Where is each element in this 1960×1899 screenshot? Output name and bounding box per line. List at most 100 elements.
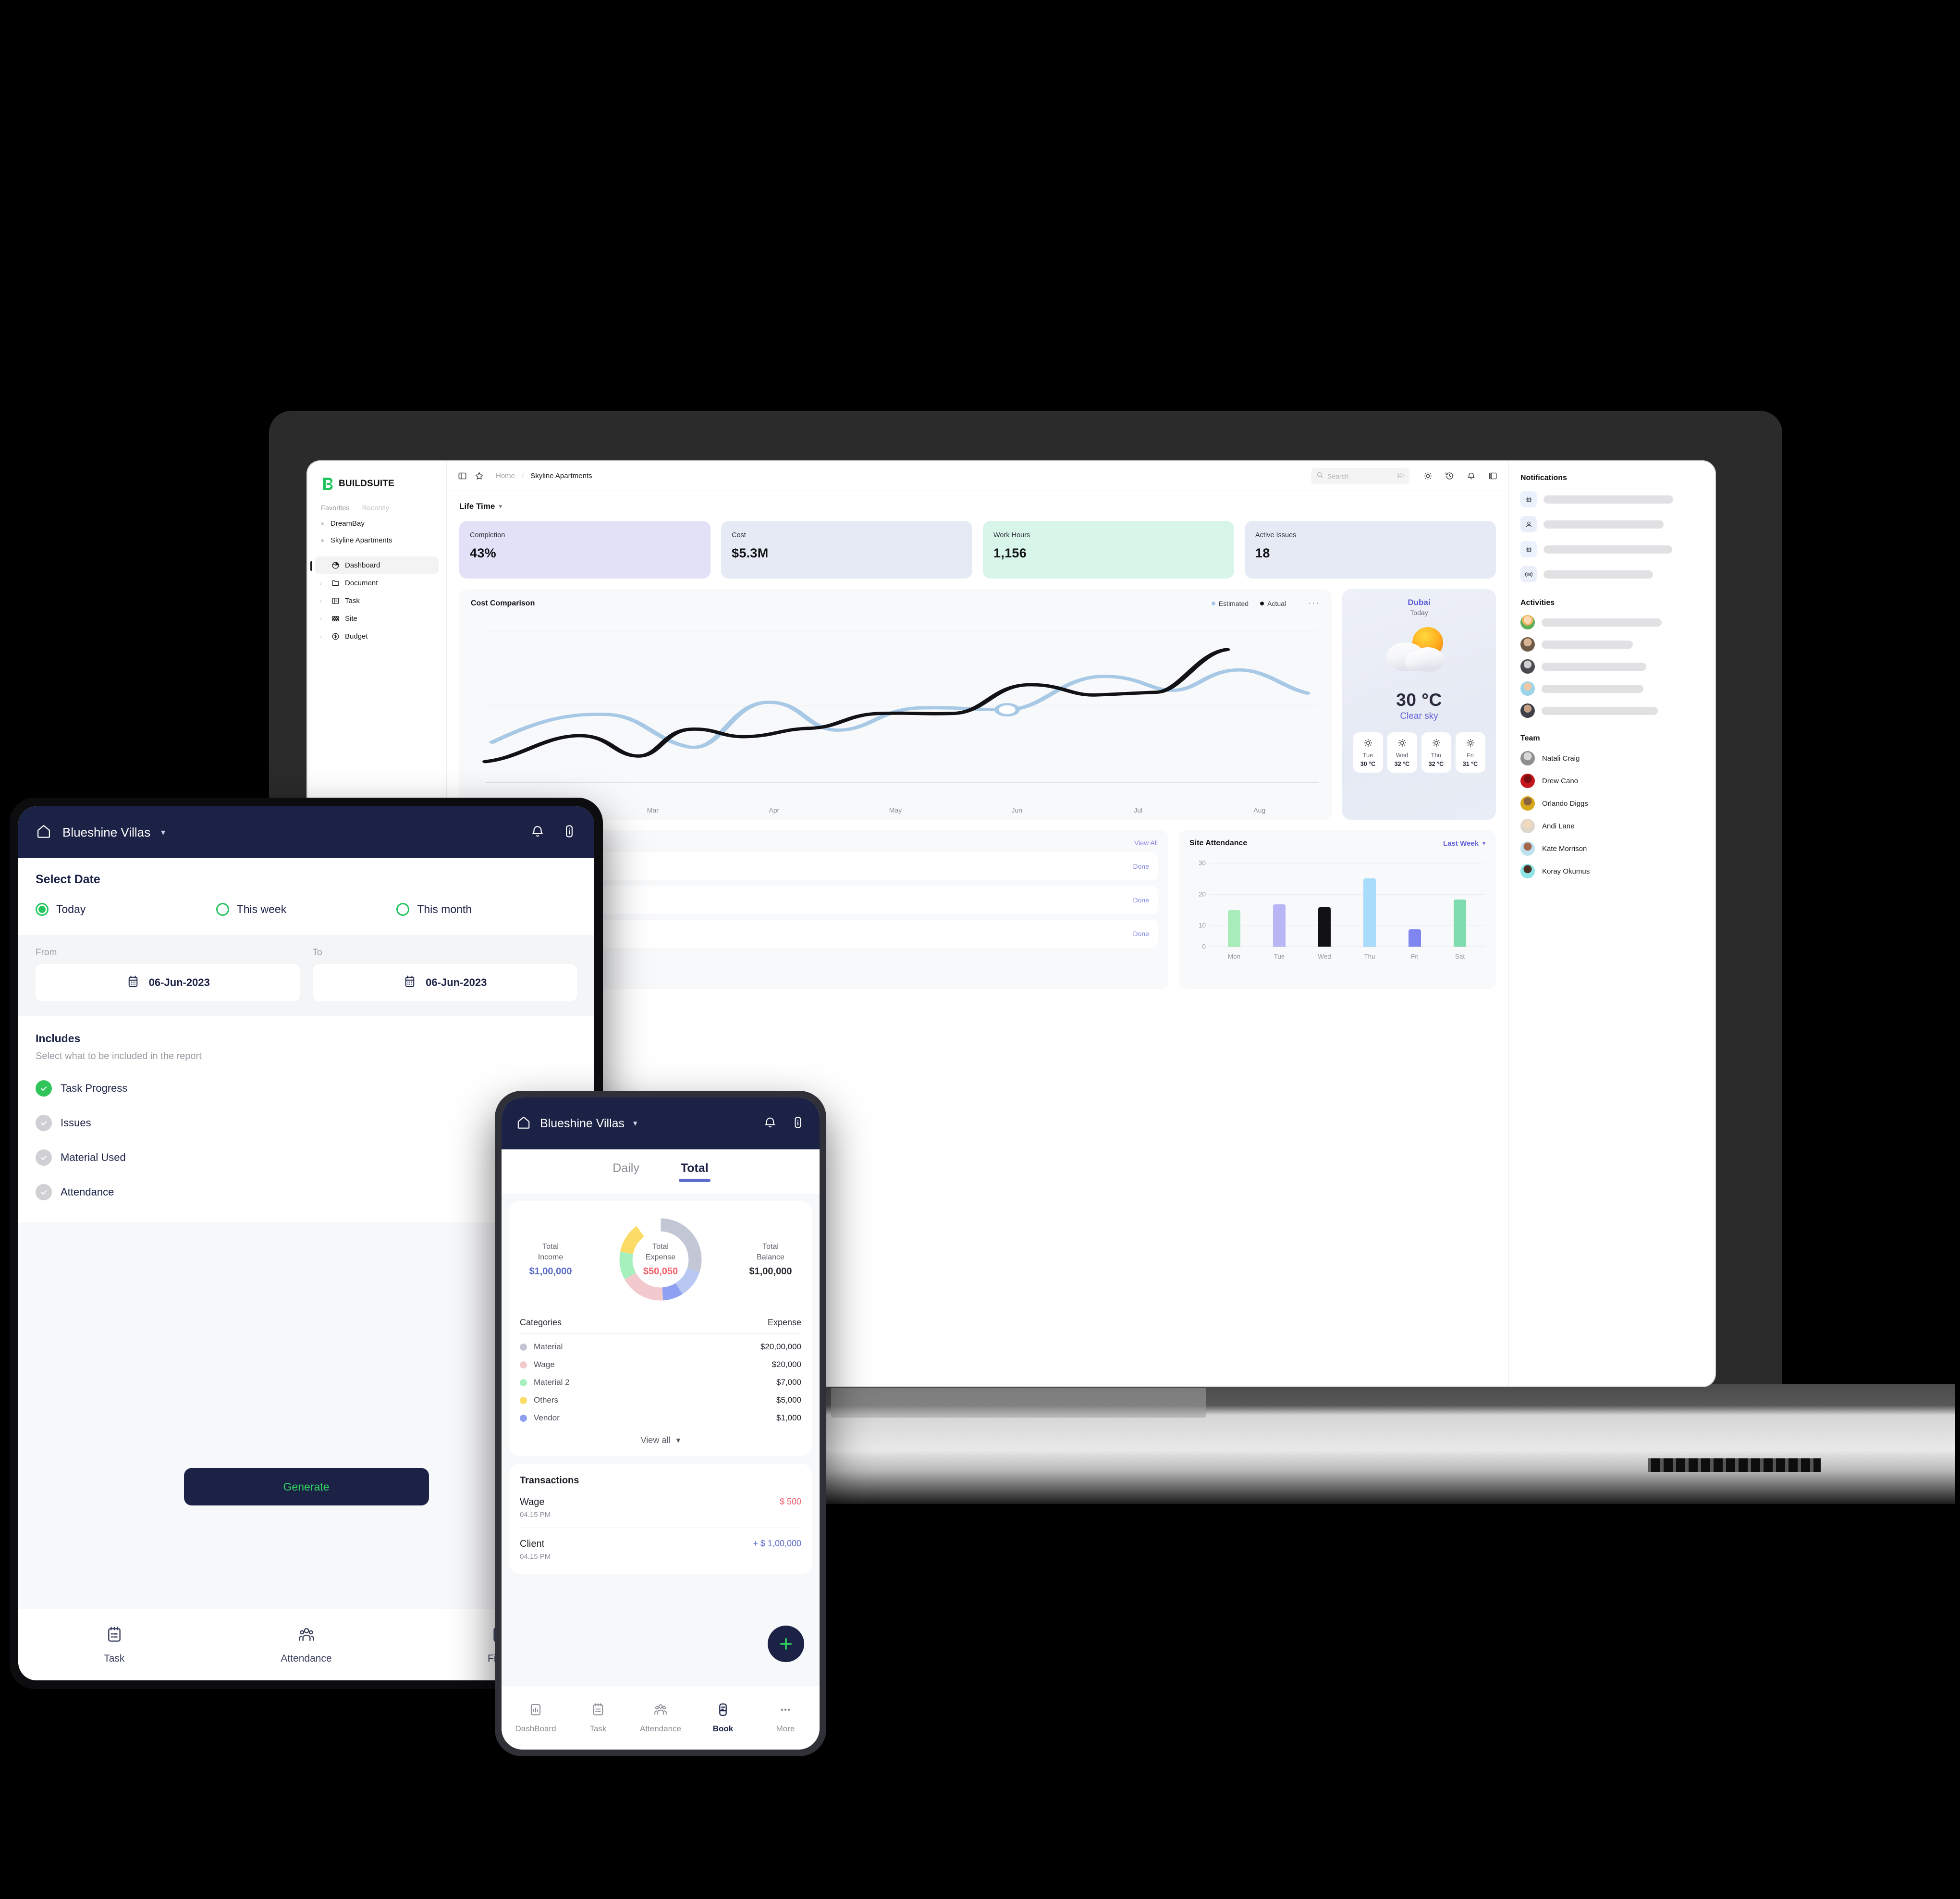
team-member[interactable]: Natali Craig [1520, 751, 1703, 765]
legend-estimated[interactable]: Estimated [1211, 600, 1249, 607]
transaction-row[interactable]: Client 04.15 PM + $ 1,00,000 [520, 1528, 801, 1569]
info-icon[interactable] [562, 824, 577, 841]
phone-nav-attendance[interactable]: Attendance [629, 1702, 692, 1734]
bell-icon[interactable] [1466, 471, 1476, 481]
sidebar-item-dashboard[interactable]: Dashboard [310, 556, 439, 574]
bar-mon[interactable] [1228, 910, 1240, 947]
to-field: To 06-Jun-2023 [312, 948, 577, 1001]
date-option-today[interactable]: Today [36, 903, 216, 916]
x-tick-label: Thu [1364, 953, 1375, 960]
tab-daily[interactable]: Daily [612, 1161, 639, 1182]
chevron-right-icon[interactable]: › [320, 598, 326, 604]
search-input[interactable]: Search ⌘/ [1311, 468, 1409, 484]
notification-item[interactable] [1520, 566, 1703, 582]
include-task-progress[interactable]: Task Progress [36, 1080, 577, 1097]
bar-tue[interactable] [1273, 904, 1286, 947]
chevron-down-icon[interactable]: ▾ [633, 1119, 637, 1128]
site-attendance-title: Site Attendance [1189, 839, 1248, 847]
activity-item[interactable] [1520, 703, 1703, 718]
notification-item[interactable] [1520, 491, 1703, 507]
kpi-card-completion[interactable]: Completion 43% [459, 521, 710, 579]
phone-nav-task[interactable]: Task [567, 1702, 629, 1734]
forecast-day[interactable]: Wed 32 °C [1387, 732, 1417, 773]
sidebar-item-task[interactable]: › Task [315, 592, 439, 610]
to-date-input[interactable]: 06-Jun-2023 [312, 964, 577, 1001]
bar-fri[interactable] [1409, 929, 1421, 947]
activity-item[interactable] [1520, 659, 1703, 674]
team-member[interactable]: Andi Lane [1520, 819, 1703, 833]
bar-column [1212, 852, 1257, 947]
sun-theme-icon[interactable] [1423, 471, 1433, 481]
team-member[interactable]: Kate Morrison [1520, 841, 1703, 856]
category-row[interactable]: Wage $20,000 [520, 1360, 801, 1369]
site-attendance-card: Site Attendance Last Week ▾ 30 20 10 0 M… [1179, 830, 1496, 989]
attendance-range-selector[interactable]: Last Week ▾ [1443, 839, 1485, 848]
categories-view-all-button[interactable]: View all ▾ [520, 1435, 801, 1445]
chevron-right-icon[interactable]: › [320, 634, 326, 640]
kpi-card-active-issues[interactable]: Active Issues 18 [1245, 521, 1496, 579]
breadcrumb-current: Skyline Apartments [530, 472, 592, 480]
tasks-view-all-link[interactable]: View All [1134, 839, 1158, 847]
sidebar-tab-recently[interactable]: Recently [362, 505, 389, 512]
plus-icon [780, 1638, 792, 1650]
tablet-nav-task[interactable]: Task [18, 1625, 210, 1665]
panel-right-icon[interactable] [1488, 471, 1498, 481]
star-icon[interactable] [474, 471, 484, 481]
activity-item[interactable] [1520, 615, 1703, 629]
phone-nav-dashboard[interactable]: DashBoard [504, 1702, 567, 1734]
category-row[interactable]: Material $20,00,000 [520, 1342, 801, 1352]
from-date-input[interactable]: 06-Jun-2023 [36, 964, 300, 1001]
add-transaction-fab[interactable] [768, 1626, 804, 1662]
more-options-icon[interactable]: ··· [1308, 599, 1320, 608]
category-amount: $7,000 [776, 1378, 801, 1387]
team-member[interactable]: Koray Okumus [1520, 864, 1703, 878]
date-option-this-week[interactable]: This week [216, 903, 397, 916]
forecast-day[interactable]: Fri 31 °C [1455, 732, 1485, 773]
generate-button[interactable]: Generate [184, 1468, 429, 1505]
tab-total[interactable]: Total [678, 1161, 710, 1182]
chevron-right-icon[interactable]: › [320, 580, 326, 586]
data-point-marker[interactable] [994, 703, 1020, 717]
category-row[interactable]: Material 2 $7,000 [520, 1378, 801, 1387]
phone-nav-more[interactable]: More [754, 1702, 817, 1734]
tablet-nav-attendance[interactable]: Attendance [210, 1625, 403, 1665]
info-icon[interactable] [791, 1115, 805, 1132]
team-member[interactable]: Drew Cano [1520, 774, 1703, 788]
activity-item[interactable] [1520, 637, 1703, 652]
sidebar-project-skyline-apartments[interactable]: Skyline Apartments [315, 532, 439, 549]
activity-item[interactable] [1520, 681, 1703, 696]
history-icon[interactable] [1445, 471, 1455, 481]
home-icon[interactable] [36, 823, 52, 842]
breadcrumb-home[interactable]: Home [496, 472, 515, 480]
chevron-right-icon[interactable]: › [320, 616, 326, 622]
category-row[interactable]: Vendor $1,000 [520, 1413, 801, 1423]
forecast-day[interactable]: Tue 30 °C [1353, 732, 1383, 773]
date-option-this-month[interactable]: This month [396, 903, 577, 916]
transaction-row[interactable]: Wage 04.15 PM $ 500 [520, 1486, 801, 1528]
bar-wed[interactable] [1318, 907, 1331, 947]
notification-item[interactable] [1520, 516, 1703, 532]
bar-thu[interactable] [1363, 878, 1376, 947]
bar-sat[interactable] [1454, 900, 1466, 947]
legend-actual[interactable]: Actual [1260, 600, 1286, 607]
sidebar-item-document[interactable]: › Document [315, 574, 439, 592]
period-selector[interactable]: Life Time ▾ [459, 502, 1496, 511]
laptop-hinge-vent [1648, 1458, 1821, 1472]
phone-header: Blueshine Villas ▾ [502, 1097, 820, 1149]
sidebar-item-budget[interactable]: › Budget [315, 628, 439, 645]
notification-item[interactable] [1520, 541, 1703, 557]
sidebar-project-dreambay[interactable]: DreamBay [315, 515, 439, 532]
chevron-down-icon[interactable]: ▾ [161, 827, 165, 838]
forecast-day[interactable]: Thu 32 °C [1421, 732, 1451, 773]
sidebar-item-site[interactable]: › Site [315, 610, 439, 628]
home-icon[interactable] [516, 1115, 531, 1133]
team-member[interactable]: Orlando Diggs [1520, 796, 1703, 811]
bell-icon[interactable] [530, 824, 545, 841]
phone-nav-book[interactable]: Book [692, 1702, 754, 1734]
kpi-card-work-hours[interactable]: Work Hours 1,156 [983, 521, 1234, 579]
kpi-card-cost[interactable]: Cost $5.3M [721, 521, 972, 579]
bell-icon[interactable] [763, 1115, 777, 1132]
panel-left-icon[interactable] [457, 471, 467, 481]
category-row[interactable]: Others $5,000 [520, 1395, 801, 1405]
sidebar-tab-favorites[interactable]: Favorites [321, 505, 350, 512]
